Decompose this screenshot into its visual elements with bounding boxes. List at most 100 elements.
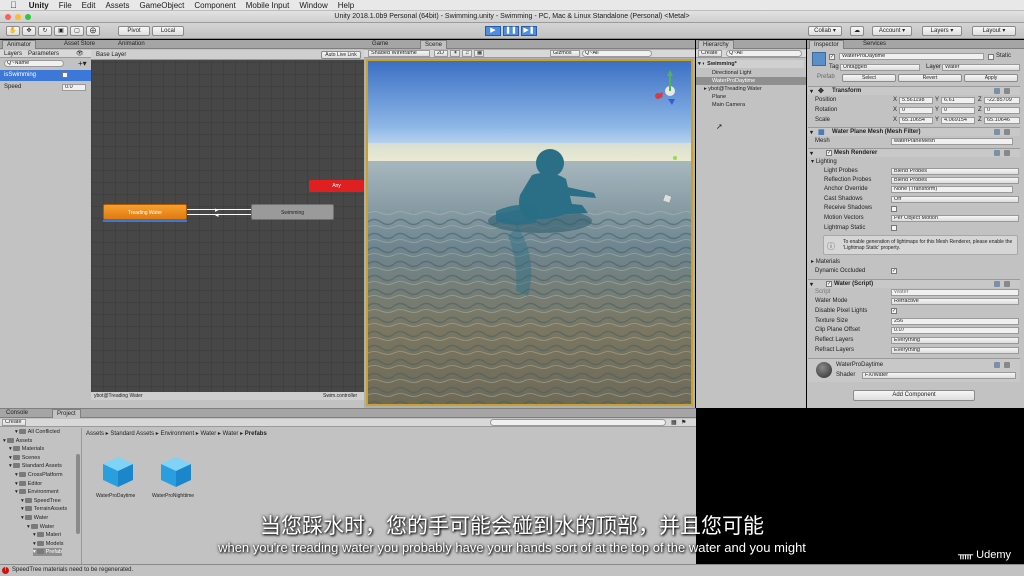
- minimize-window-button[interactable]: [15, 14, 21, 20]
- tab-animator[interactable]: Animator: [2, 40, 37, 49]
- hierarchy-scene-root[interactable]: ▾ ◐ Swimming*: [698, 60, 804, 68]
- menu-gameobject[interactable]: GameObject: [139, 1, 184, 10]
- gear-icon[interactable]: [1004, 362, 1010, 368]
- param-value-field[interactable]: 0.0: [62, 84, 86, 91]
- hierarchy-search-input[interactable]: Q~All: [726, 50, 802, 57]
- hierarchy-item-selected[interactable]: WaterProDaytime: [696, 77, 806, 85]
- transition-arrow[interactable]: [187, 209, 251, 210]
- cloud-icon[interactable]: ☁: [850, 26, 864, 36]
- prefab-revert-button[interactable]: Revert: [898, 74, 962, 82]
- folder-tree-item[interactable]: ▾ Scenes: [9, 454, 40, 462]
- tab-console[interactable]: Console: [2, 409, 32, 418]
- help-icon[interactable]: [994, 88, 1000, 94]
- tab-project[interactable]: Project: [52, 409, 81, 418]
- crumb[interactable]: Environment: [160, 431, 194, 437]
- filter-label-icon[interactable]: ⚑: [681, 419, 686, 426]
- reflect-layers-dropdown[interactable]: Everything: [891, 337, 1019, 344]
- lighting-section-label[interactable]: ▾ Lighting: [811, 158, 837, 165]
- auto-live-link-button[interactable]: Auto Live Link: [321, 51, 361, 59]
- param-checkbox[interactable]: [62, 72, 68, 78]
- help-icon[interactable]: [994, 129, 1000, 135]
- breadcrumb-base-layer[interactable]: Base Layer: [96, 52, 126, 58]
- subtab-parameters[interactable]: Parameters: [28, 51, 59, 57]
- fold-arrow-icon[interactable]: ▾: [21, 498, 24, 504]
- cast-shadows-dropdown[interactable]: Off: [891, 196, 1019, 203]
- 2d-toggle[interactable]: 2D: [434, 50, 448, 57]
- fold-arrow-icon[interactable]: ▾: [9, 446, 12, 452]
- fold-arrow-icon[interactable]: ▾: [15, 481, 18, 487]
- disable-pixel-lights-checkbox[interactable]: ✓: [891, 308, 897, 314]
- state-treading-water[interactable]: Treading Water: [103, 204, 187, 220]
- layer-dropdown[interactable]: Water: [942, 64, 1020, 71]
- menu-app[interactable]: Unity: [29, 1, 49, 10]
- anchor-override-field[interactable]: None (Transform): [891, 186, 1013, 193]
- layout-button[interactable]: Layout ▾: [972, 26, 1016, 36]
- mesh-renderer-enabled-checkbox[interactable]: ✓: [826, 150, 832, 156]
- folder-tree-item[interactable]: ▾ Editor: [15, 480, 42, 488]
- receive-shadows-checkbox[interactable]: [891, 206, 897, 212]
- add-component-button[interactable]: Add Component: [853, 390, 975, 401]
- help-icon[interactable]: [994, 362, 1000, 368]
- rect-tool-icon[interactable]: ▢: [70, 26, 84, 36]
- static-checkbox[interactable]: [988, 54, 994, 60]
- step-button[interactable]: ▶❚: [521, 26, 537, 36]
- breadcrumb[interactable]: Assets ▸ Standard Assets ▸ Environment ▸…: [86, 430, 267, 437]
- prefab-select-button[interactable]: Select: [842, 74, 896, 82]
- fold-arrow-icon[interactable]: ▾: [9, 455, 12, 461]
- fold-arrow-icon[interactable]: ▾: [810, 129, 813, 136]
- crumb-current[interactable]: Prefabs: [245, 431, 267, 437]
- parameter-search-input[interactable]: Q~Name: [4, 60, 64, 67]
- fold-arrow-icon[interactable]: ▾: [15, 429, 18, 435]
- scale-z-field[interactable]: 65.10646: [984, 117, 1020, 124]
- transform-header[interactable]: ▾ ✥ Transform: [808, 86, 1020, 95]
- close-window-button[interactable]: [5, 14, 11, 20]
- play-button[interactable]: ▶: [485, 26, 501, 36]
- material-section[interactable]: WaterProDaytime Shader FX/Water: [808, 358, 1020, 382]
- hierarchy-item[interactable]: Main Camera: [712, 101, 745, 109]
- tab-scene[interactable]: Scene: [420, 40, 448, 49]
- gear-icon[interactable]: [1004, 88, 1010, 94]
- clip-plane-offset-field[interactable]: 0.07: [891, 327, 1019, 334]
- scale-y-field[interactable]: 4.069154: [941, 117, 975, 124]
- move-tool-icon[interactable]: ✥: [22, 26, 36, 36]
- state-swimming[interactable]: Swimming: [251, 204, 334, 220]
- asset-item[interactable]: WaterProDaytime: [96, 455, 138, 503]
- add-parameter-icon[interactable]: +▾: [78, 59, 87, 68]
- refract-layers-dropdown[interactable]: Everything: [891, 347, 1019, 354]
- materials-section-label[interactable]: ▸ Materials: [811, 258, 840, 265]
- scene-viewport[interactable]: [366, 59, 693, 406]
- position-y-field[interactable]: 6.61: [941, 97, 975, 104]
- tab-animation[interactable]: Animation: [114, 40, 149, 49]
- subtab-layers[interactable]: Layers: [4, 51, 22, 57]
- tab-asset-store[interactable]: Asset Store: [60, 40, 99, 49]
- transform-tool-icon[interactable]: ⨁: [86, 26, 100, 36]
- lightmap-static-checkbox[interactable]: [891, 225, 897, 231]
- scene-search-input[interactable]: Q~All: [582, 50, 652, 57]
- hierarchy-item[interactable]: Directional Light: [712, 69, 751, 77]
- tab-inspector[interactable]: Inspector: [809, 40, 844, 49]
- prefab-apply-button[interactable]: Apply: [964, 74, 1018, 82]
- param-row-speed[interactable]: Speed 0.0: [0, 82, 91, 93]
- gizmos-dropdown[interactable]: Gizmos: [550, 50, 580, 57]
- folder-tree-item[interactable]: ▾ All Conflicted: [15, 428, 60, 436]
- pivot-button[interactable]: Pivot: [118, 26, 150, 36]
- folder-tree-item[interactable]: ▾ Assets: [3, 437, 32, 445]
- fold-arrow-icon[interactable]: ▾: [15, 489, 18, 495]
- folder-tree-item[interactable]: ▾ SpeedTree: [21, 497, 61, 505]
- collab-button[interactable]: Collab ▾: [808, 26, 842, 36]
- folder-tree-item[interactable]: ▾ CrossPlatform: [15, 471, 63, 479]
- fold-arrow-icon[interactable]: ▾: [810, 88, 813, 95]
- filter-type-icon[interactable]: ▦: [671, 419, 677, 426]
- active-checkbox[interactable]: ✓: [829, 54, 835, 60]
- tab-hierarchy[interactable]: Hierarchy: [698, 40, 734, 49]
- hand-tool-icon[interactable]: ✋: [6, 26, 20, 36]
- crumb[interactable]: Assets: [86, 431, 104, 437]
- folder-tree-item[interactable]: ▾ Environment: [15, 488, 59, 496]
- reflection-probes-dropdown[interactable]: Blend Probes: [891, 177, 1019, 184]
- crumb[interactable]: Standard Assets: [110, 431, 154, 437]
- hierarchy-item[interactable]: ▸ ybot@Treading Water: [704, 85, 762, 93]
- help-icon[interactable]: [994, 281, 1000, 287]
- menu-file[interactable]: File: [59, 1, 72, 10]
- position-x-field[interactable]: 5.561198: [899, 97, 933, 104]
- tab-game[interactable]: Game: [368, 40, 392, 49]
